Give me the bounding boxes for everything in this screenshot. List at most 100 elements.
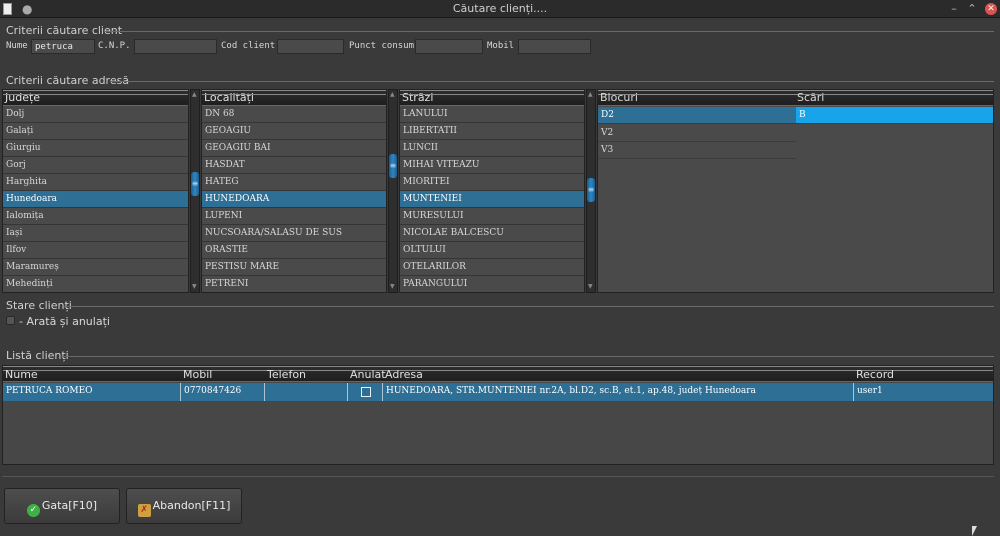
close-icon[interactable]: ✕ — [985, 3, 997, 15]
cell-mobile[interactable]: 0770847426 — [181, 383, 265, 401]
street-scrollbar[interactable]: ▲ ≡ ▼ — [586, 89, 596, 293]
client-code-input[interactable] — [277, 39, 344, 54]
list-item[interactable]: Iași — [3, 225, 188, 242]
street-list[interactable]: Străzi LANULUI LIBERTATII LUNCII MIHAI V… — [399, 89, 585, 293]
scroll-thumb[interactable]: ≡ — [587, 178, 595, 202]
street-header[interactable]: Străzi — [400, 90, 584, 106]
mobile-input[interactable] — [518, 39, 591, 54]
cell-record[interactable]: user1 — [854, 383, 993, 401]
scroll-up-icon[interactable]: ▲ — [390, 92, 396, 98]
col-cancelled[interactable]: Anulat — [348, 367, 386, 382]
scroll-down-icon[interactable]: ▼ — [588, 284, 594, 290]
stair-item-selected[interactable]: B — [796, 107, 993, 124]
client-code-label: Cod client — [221, 41, 276, 51]
consumption-point-label: Punct consum — [349, 41, 415, 51]
list-item[interactable]: OLTULUI — [400, 242, 584, 259]
county-header[interactable]: Județe — [3, 90, 188, 106]
list-item[interactable]: GEOAGIU — [202, 123, 386, 140]
checkmark-icon: ✓ — [26, 504, 40, 517]
abort-button[interactable]: ✗ Abandon[F11] — [126, 488, 242, 524]
list-item[interactable]: PETRENI — [202, 276, 386, 292]
section-divider — [60, 356, 994, 357]
list-item[interactable]: Giurgiu — [3, 140, 188, 157]
list-item[interactable]: PARANGULUI — [400, 276, 584, 292]
section-divider — [104, 31, 994, 32]
section-divider — [2, 476, 994, 477]
block-item[interactable]: V3 — [598, 142, 796, 159]
minimize-icon[interactable]: – — [946, 0, 962, 18]
col-mobile[interactable]: Mobil — [181, 367, 212, 382]
list-item[interactable]: Dolj — [3, 106, 188, 123]
name-input[interactable] — [31, 39, 95, 54]
list-item[interactable]: Gorj — [3, 157, 188, 174]
block-item-selected[interactable]: D2 — [598, 107, 796, 124]
blocks-header[interactable]: Blocuri — [600, 90, 638, 106]
list-item[interactable]: LIBERTATII — [400, 123, 584, 140]
col-name[interactable]: Nume — [3, 367, 38, 382]
maximize-icon[interactable]: ⌃ — [964, 0, 980, 18]
stairs-header[interactable]: Scări — [797, 90, 824, 106]
section-divider — [64, 306, 994, 307]
list-item[interactable]: NICOLAE BALCESCU — [400, 225, 584, 242]
scroll-down-icon[interactable]: ▼ — [390, 284, 396, 290]
scroll-up-icon[interactable]: ▲ — [588, 92, 594, 98]
list-item[interactable]: MIORITEI — [400, 174, 584, 191]
locality-list[interactable]: Localități DN 68 GEOAGIU GEOAGIU BAI HAS… — [201, 89, 387, 293]
list-item[interactable]: Ialomița — [3, 208, 188, 225]
list-item[interactable]: GEOAGIU BAI — [202, 140, 386, 157]
scroll-up-icon[interactable]: ▲ — [192, 92, 198, 98]
mouse-cursor-icon — [972, 526, 977, 536]
list-item[interactable]: MIHAI VITEAZU — [400, 157, 584, 174]
ok-button-label: Gata[F10] — [41, 499, 98, 512]
consumption-point-input[interactable] — [415, 39, 483, 54]
cell-phone[interactable] — [265, 383, 348, 401]
list-item[interactable]: Ilfov — [3, 242, 188, 259]
abort-icon: ✗ — [137, 504, 151, 517]
scroll-thumb[interactable]: ≡ — [389, 154, 397, 178]
show-cancelled-checkbox[interactable] — [6, 316, 15, 325]
list-item[interactable]: MURESULUI — [400, 208, 584, 225]
county-list[interactable]: Județe Dolj Galați Giurgiu Gorj Harghita… — [2, 89, 189, 293]
list-item-selected[interactable]: HUNEDOARA — [202, 191, 386, 208]
scroll-down-icon[interactable]: ▼ — [192, 284, 198, 290]
list-item[interactable]: LANULUI — [400, 106, 584, 123]
county-scrollbar[interactable]: ▲ ≡ ▼ — [190, 89, 200, 293]
table-row[interactable]: PETRUCA ROMEO 0770847426 HUNEDOARA, STR.… — [3, 383, 993, 401]
cancelled-checkbox[interactable] — [361, 387, 371, 397]
list-item[interactable]: LUNCII — [400, 140, 584, 157]
blocks-stairs-header: Blocuri Scări — [598, 90, 993, 106]
list-item[interactable]: Maramureș — [3, 259, 188, 276]
client-table[interactable]: Nume Mobil Telefon Anulat Adresa Record … — [2, 365, 994, 465]
col-record[interactable]: Record — [854, 367, 894, 382]
list-item[interactable]: ORASTIE — [202, 242, 386, 259]
show-cancelled-label[interactable]: - Arată și anulați — [19, 315, 110, 328]
client-status-title: Stare clienți — [6, 299, 72, 312]
list-item[interactable]: Harghita — [3, 174, 188, 191]
cell-name[interactable]: PETRUCA ROMEO — [3, 383, 181, 401]
cnp-input[interactable] — [134, 39, 217, 54]
list-item[interactable]: DN 68 — [202, 106, 386, 123]
blocks-stairs-table[interactable]: Blocuri Scări D2 V2 V3 B — [597, 89, 994, 293]
locality-header[interactable]: Localități — [202, 90, 386, 106]
cell-address[interactable]: HUNEDOARA, STR.MUNTENIEI nr.2A, bl.D2, s… — [383, 383, 854, 401]
list-item[interactable]: HASDAT — [202, 157, 386, 174]
list-item[interactable]: OTELARILOR — [400, 259, 584, 276]
col-address[interactable]: Adresa — [383, 367, 423, 382]
list-item[interactable]: LUPENI — [202, 208, 386, 225]
block-item[interactable]: V2 — [598, 125, 796, 142]
list-item-selected[interactable]: Hunedoara — [3, 191, 188, 208]
list-item[interactable]: Galați — [3, 123, 188, 140]
list-item[interactable]: NUCSOARA/SALASU DE SUS — [202, 225, 386, 242]
list-item[interactable]: PESTISU MARE — [202, 259, 386, 276]
list-item[interactable]: HATEG — [202, 174, 386, 191]
list-item-selected[interactable]: MUNTENIEI — [400, 191, 584, 208]
col-phone[interactable]: Telefon — [265, 367, 306, 382]
list-item[interactable]: Mehedinți — [3, 276, 188, 292]
scroll-thumb[interactable]: ≡ — [191, 172, 199, 196]
ok-button[interactable]: ✓ Gata[F10] — [4, 488, 120, 524]
cnp-label: C.N.P. — [98, 41, 131, 51]
locality-scrollbar[interactable]: ▲ ≡ ▼ — [388, 89, 398, 293]
title-bar: ● Căutare clienți.... – ⌃ ✕ — [0, 0, 1000, 18]
section-divider — [110, 81, 994, 82]
abort-button-label: Abandon[F11] — [152, 499, 231, 512]
